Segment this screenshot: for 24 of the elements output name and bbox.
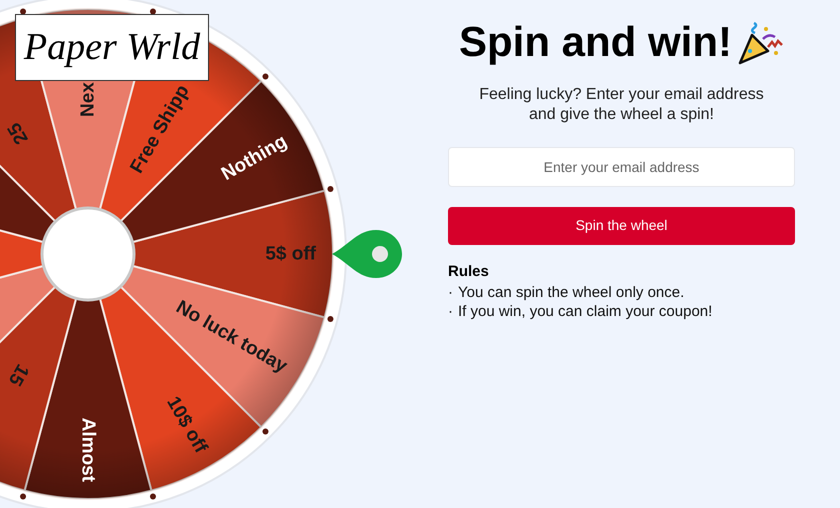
rule-text: If you win, you can claim your coupon!: [458, 302, 712, 321]
segment-label: 25: [4, 118, 33, 148]
bullet: ·: [448, 283, 453, 302]
bullet: ·: [448, 302, 453, 321]
segment-label: Nex: [78, 82, 98, 117]
rim-dot: [262, 428, 268, 434]
page-title: Spin and win!: [459, 17, 732, 67]
rim-dot: [327, 186, 334, 192]
rules-heading: Rules: [448, 262, 490, 282]
segment-label: 10$ off: [162, 393, 212, 457]
rim-dot: [150, 493, 156, 500]
segment-label: Almost: [78, 418, 98, 482]
rim-dot: [20, 493, 26, 500]
rim-dot: [327, 316, 334, 322]
rule-text: You can spin the wheel only once.: [458, 283, 684, 302]
rim-dot: [150, 8, 156, 15]
rim-dot: [20, 8, 26, 15]
subtitle: Feeling lucky? Enter your email address and give the wheel a spin!: [478, 84, 765, 124]
rim-dot: [262, 74, 268, 80]
segment-label: 5$ off: [265, 244, 316, 264]
logo: Paper Wrld: [15, 14, 209, 81]
segment-label: 15: [4, 360, 33, 390]
spin-button[interactable]: Spin the wheel: [448, 206, 795, 244]
email-field[interactable]: Enter your email address: [448, 146, 795, 186]
